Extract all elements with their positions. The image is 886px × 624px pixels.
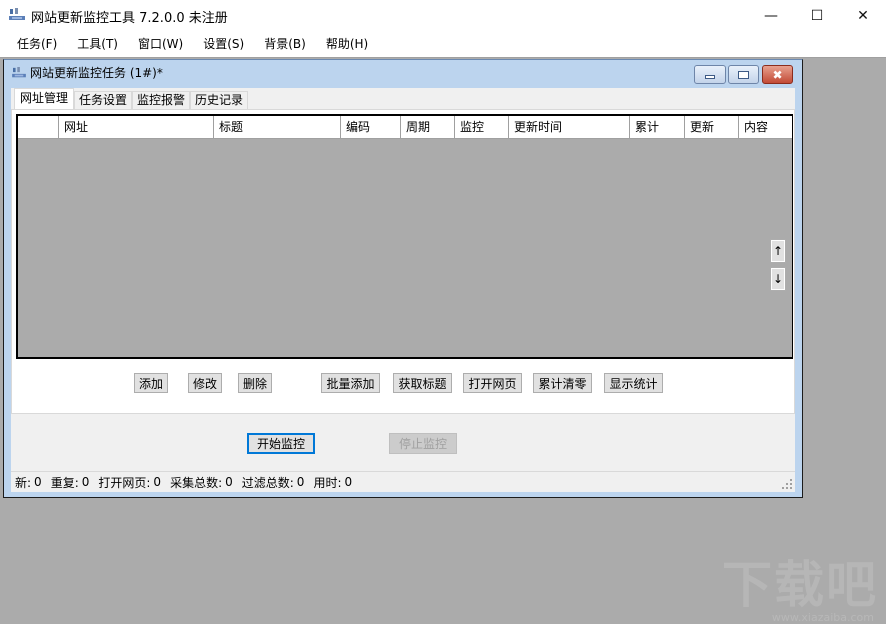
status-opened-label: 打开网页: bbox=[98, 475, 151, 490]
minimize-icon bbox=[705, 74, 715, 79]
open-page-button[interactable]: 打开网页 bbox=[463, 373, 522, 393]
restore-icon bbox=[738, 70, 749, 79]
status-collected-label: 采集总数: bbox=[170, 475, 223, 490]
mdi-workspace: 网站更新监控任务 (1#)* ✖ 网址管理 任务设置 监控报警 历史记录 网址 … bbox=[0, 57, 886, 624]
col-header-updates[interactable]: 更新 bbox=[685, 116, 739, 138]
resize-grip-icon[interactable] bbox=[782, 479, 792, 489]
arrow-down-icon: ↓ bbox=[772, 272, 784, 286]
status-new-value: 0 bbox=[34, 475, 42, 489]
watermark-logo: 下载吧 bbox=[722, 556, 878, 614]
arrow-up-icon: ↑ bbox=[772, 244, 784, 258]
col-header-update-time[interactable]: 更新时间 bbox=[509, 116, 630, 138]
child-minimize-button[interactable] bbox=[694, 65, 726, 84]
minimize-button[interactable]: — bbox=[748, 0, 794, 31]
reset-count-button[interactable]: 累计清零 bbox=[533, 373, 592, 393]
col-header-url[interactable]: 网址 bbox=[59, 116, 214, 138]
close-button[interactable]: ✕ bbox=[840, 0, 886, 31]
status-opened-value: 0 bbox=[153, 475, 162, 489]
menu-window[interactable]: 窗口(W) bbox=[128, 31, 193, 57]
status-elapsed-label: 用时: bbox=[313, 475, 342, 490]
start-monitor-button[interactable]: 开始监控 bbox=[247, 433, 315, 454]
menu-task[interactable]: 任务(F) bbox=[7, 31, 67, 57]
fetch-title-button[interactable]: 获取标题 bbox=[393, 373, 452, 393]
close-icon: ✖ bbox=[772, 67, 783, 82]
task-window-title: 网站更新监控任务 (1#)* bbox=[30, 66, 163, 80]
menu-help[interactable]: 帮助(H) bbox=[316, 31, 378, 57]
status-bar: 新: 0 重复: 0 打开网页: 0 采集总数: 0 过滤总数: 0 用时: 0 bbox=[11, 471, 795, 492]
url-grid[interactable]: 网址 标题 编码 周期 监控 更新时间 累计 更新 内容 ↑ ↓ bbox=[16, 114, 793, 359]
title-bar: 网站更新监控工具 7.2.0.0 未注册 — ☐ ✕ bbox=[0, 0, 886, 31]
col-header-encoding[interactable]: 编码 bbox=[341, 116, 401, 138]
status-new-label: 新: bbox=[15, 475, 32, 490]
move-up-button[interactable]: ↑ bbox=[770, 239, 786, 263]
status-collected-value: 0 bbox=[225, 475, 233, 489]
move-down-button[interactable]: ↓ bbox=[770, 267, 786, 291]
col-header-index[interactable] bbox=[18, 116, 59, 138]
col-header-content[interactable]: 内容 bbox=[739, 116, 792, 138]
task-icon bbox=[12, 67, 26, 78]
menu-bar: 任务(F) 工具(T) 窗口(W) 设置(S) 背景(B) 帮助(H) bbox=[0, 31, 886, 57]
maximize-icon: ☐ bbox=[810, 7, 824, 24]
task-window: 网站更新监控任务 (1#)* ✖ 网址管理 任务设置 监控报警 历史记录 网址 … bbox=[3, 59, 803, 498]
tab-strip: 网址管理 任务设置 监控报警 历史记录 bbox=[14, 88, 249, 109]
menu-settings[interactable]: 设置(S) bbox=[193, 31, 254, 57]
tab-monitor-alert[interactable]: 监控报警 bbox=[132, 91, 191, 109]
url-management-panel: 网址 标题 编码 周期 监控 更新时间 累计 更新 内容 ↑ ↓ 添加 修改 删… bbox=[11, 109, 795, 414]
task-window-client: 网址管理 任务设置 监控报警 历史记录 网址 标题 编码 周期 监控 更新时间 … bbox=[11, 88, 795, 492]
show-stats-button[interactable]: 显示统计 bbox=[604, 373, 663, 393]
status-duplicate-value: 0 bbox=[81, 475, 90, 489]
menu-background[interactable]: 背景(B) bbox=[254, 31, 316, 57]
delete-button[interactable]: 删除 bbox=[238, 373, 272, 393]
watermark-url: www.xiazaiba.com bbox=[771, 611, 874, 624]
status-filtered-value: 0 bbox=[296, 475, 305, 489]
col-header-title[interactable]: 标题 bbox=[214, 116, 341, 138]
col-header-period[interactable]: 周期 bbox=[401, 116, 455, 138]
status-filtered-label: 过滤总数: bbox=[241, 475, 294, 490]
edit-button[interactable]: 修改 bbox=[188, 373, 222, 393]
status-duplicate-label: 重复: bbox=[50, 475, 79, 490]
col-header-total[interactable]: 累计 bbox=[630, 116, 685, 138]
col-header-monitor[interactable]: 监控 bbox=[455, 116, 509, 138]
menu-tools[interactable]: 工具(T) bbox=[67, 31, 128, 57]
tab-history[interactable]: 历史记录 bbox=[190, 91, 249, 109]
task-window-title-bar[interactable]: 网站更新监控任务 (1#)* bbox=[12, 64, 163, 81]
child-restore-button[interactable] bbox=[728, 65, 759, 84]
status-elapsed-value: 0 bbox=[344, 475, 353, 489]
add-button[interactable]: 添加 bbox=[134, 373, 168, 393]
app-title: 网站更新监控工具 7.2.0.0 未注册 bbox=[31, 11, 228, 26]
stop-monitor-button: 停止监控 bbox=[389, 433, 457, 454]
batch-add-button[interactable]: 批量添加 bbox=[321, 373, 380, 393]
app-icon bbox=[9, 8, 25, 20]
close-icon: ✕ bbox=[857, 7, 869, 24]
grid-header: 网址 标题 编码 周期 监控 更新时间 累计 更新 内容 bbox=[18, 116, 792, 139]
child-close-button[interactable]: ✖ bbox=[762, 65, 793, 84]
tab-task-settings[interactable]: 任务设置 bbox=[74, 91, 133, 109]
minimize-icon: — bbox=[764, 7, 778, 24]
tab-url-management[interactable]: 网址管理 bbox=[14, 88, 75, 109]
maximize-button[interactable]: ☐ bbox=[794, 0, 840, 31]
